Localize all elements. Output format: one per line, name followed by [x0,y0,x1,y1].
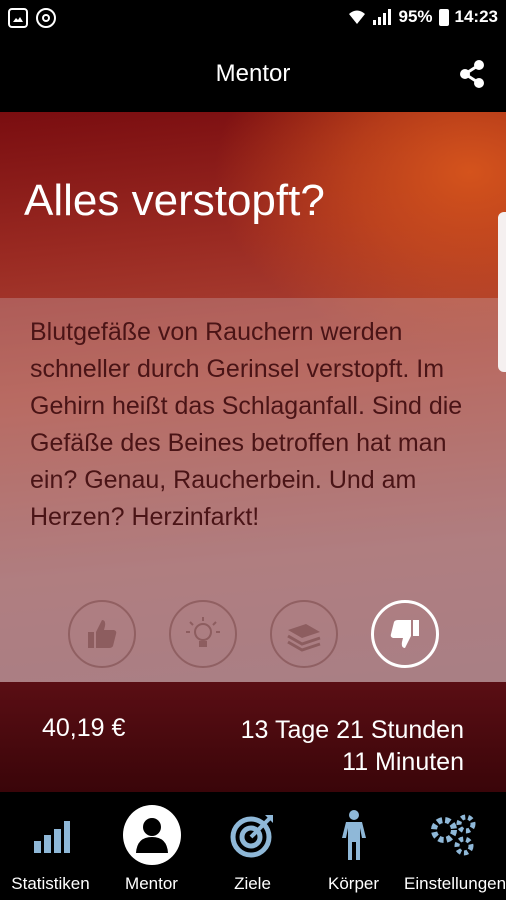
notification-icons [8,8,56,28]
nav-label: Mentor [125,874,178,893]
duration-line-1: 13 Tage 21 Stunden [240,716,464,744]
nav-icon-wrap [426,806,484,864]
share-button[interactable] [456,58,488,90]
idea-button[interactable] [169,600,237,668]
side-drawer-handle[interactable] [498,212,506,372]
dislike-button[interactable] [371,600,439,668]
nav-icon-wrap [325,806,383,864]
share-icon [460,60,484,88]
nav-icon-wrap [22,806,80,864]
signal-icon [373,9,392,25]
nav-label: Statistiken [11,874,90,893]
progress-stats: 40,19 € 13 Tage 21 Stunden 11 Minuten [0,682,506,792]
savings-button[interactable] [270,600,338,668]
nav-item-mentor[interactable]: Mentor [101,792,202,900]
nav-item-koerper[interactable]: Körper [303,792,404,900]
battery-percent: 95% [398,7,433,26]
wifi-icon [349,10,366,24]
duration-line-2: 11 Minuten [342,748,464,776]
app-bar: Mentor [0,36,506,112]
battery-icon [438,8,449,26]
thumbs-up-icon [88,620,117,648]
money-stack-icon [287,624,321,652]
smoke-free-duration: 13 Tage 21 Stunden 11 Minuten [241,714,464,778]
lightbulb-icon [186,617,220,647]
nav-label: Einstellungen [404,874,506,893]
system-status: 95% 14:23 [348,7,498,27]
image-notification-icon [8,8,28,28]
status-bar: 95% 14:23 [0,0,506,36]
tip-body: Blutgefäße von Rauchern werden schneller… [30,318,463,531]
person-icon [122,805,181,865]
nav-item-einstellungen[interactable]: Einstellungen [404,792,506,900]
bottom-navigation: Statistiken Mentor Ziele Körper Einstell… [0,792,506,900]
thumbs-down-icon [390,620,419,648]
sync-notification-icon [36,8,56,28]
nav-icon-wrap [224,806,282,864]
like-button[interactable] [68,600,136,668]
nav-label: Ziele [234,874,271,893]
gears-icon [430,814,475,856]
clock: 14:23 [454,7,498,26]
tip-title: Alles verstopft? [24,176,325,225]
feedback-actions [0,600,506,672]
page-title: Mentor [215,60,291,87]
money-saved: 40,19 € [42,714,126,742]
target-icon [230,815,273,858]
bar-chart-icon [33,821,70,853]
nav-label: Körper [327,874,380,893]
body-icon [341,810,366,860]
mentor-card: Alles verstopft? Blutgefäße von Rauchern… [0,112,506,792]
nav-item-ziele[interactable]: Ziele [202,792,303,900]
nav-icon-wrap [122,805,181,865]
nav-item-statistiken[interactable]: Statistiken [0,792,101,900]
